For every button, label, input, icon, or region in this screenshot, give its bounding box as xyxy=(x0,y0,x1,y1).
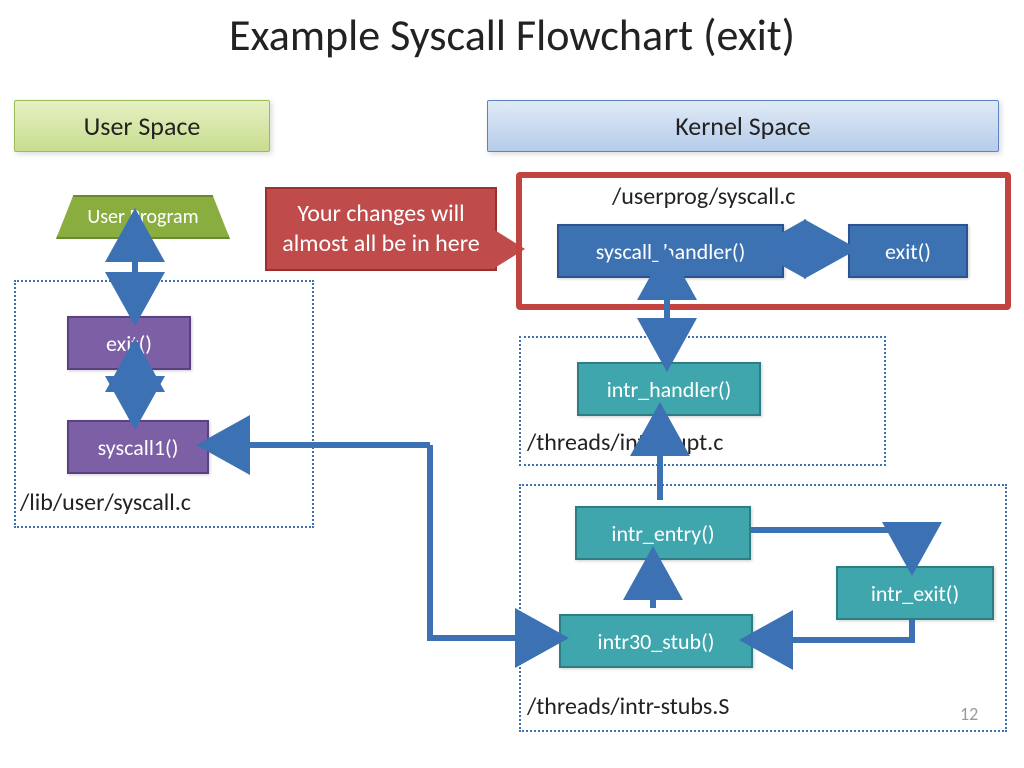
syscall-handler-box: syscall_handler() xyxy=(557,224,784,278)
interrupt-caption: /threads/interrupt.c xyxy=(527,428,723,457)
syscall1-box: syscall1() xyxy=(67,420,209,474)
page-number: 12 xyxy=(960,703,978,725)
userprog-caption: /userprog/syscall.c xyxy=(612,182,795,211)
callout-note: Your changes will almost all be in here xyxy=(265,187,497,271)
exit-user-box: exit() xyxy=(67,316,191,370)
intr-entry-box: intr_entry() xyxy=(575,506,751,560)
intr-stubs-caption: /threads/intr-stubs.S xyxy=(527,692,729,721)
intr-handler-box: intr_handler() xyxy=(577,362,761,416)
exit-kernel-box: exit() xyxy=(848,224,968,278)
kernel-space-header: Kernel Space xyxy=(487,100,999,152)
lib-user-caption: /lib/user/syscall.c xyxy=(20,488,191,517)
intr30-stub-box: intr30_stub() xyxy=(559,614,753,668)
intr-exit-box: intr_exit() xyxy=(836,566,994,620)
user-program-node: User Program xyxy=(56,195,230,239)
slide-title: Example Syscall Flowchart (exit) xyxy=(0,8,1024,62)
user-space-header: User Space xyxy=(14,100,270,152)
